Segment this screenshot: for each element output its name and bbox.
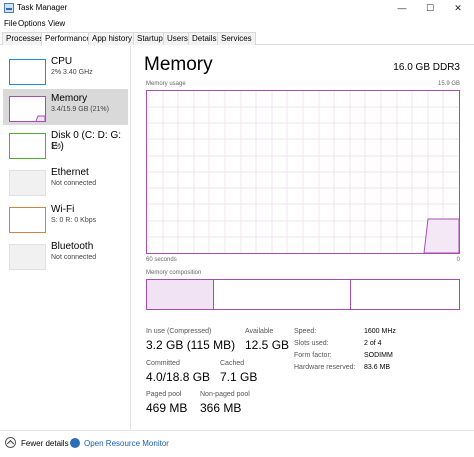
disk-thumbnail	[9, 133, 46, 159]
sidebar-item-sub: 1%	[51, 143, 62, 150]
bluetooth-thumbnail	[9, 244, 46, 270]
committed-label: Committed	[146, 360, 180, 367]
chevron-up-icon	[6, 439, 15, 448]
graph-label: Memory usage	[146, 81, 186, 87]
sidebar-item-sub: 2% 3.40 GHz	[51, 69, 93, 76]
tab-details[interactable]: Details	[188, 32, 221, 45]
close-button[interactable]: ✕	[444, 0, 472, 17]
tab-performance[interactable]: Performance	[41, 32, 95, 46]
graph-max-label: 15.9 GB	[437, 81, 460, 87]
in-use-value: 3.2 GB (115 MB)	[146, 338, 236, 352]
sidebar-item-sub: Not connected	[51, 180, 97, 187]
memory-usage-grid	[147, 91, 459, 253]
memory-usage-line	[423, 218, 459, 253]
open-resource-monitor-link[interactable]: Open Resource Monitor	[84, 439, 169, 448]
fewer-details-label[interactable]: Fewer details	[21, 439, 69, 448]
resource-sidebar: CPU 2% 3.40 GHz Memory 3.4/15.9 GB (21%)…	[0, 46, 131, 430]
speed-label: Speed:	[294, 328, 317, 335]
sidebar-item-label: Wi-Fi	[51, 204, 75, 215]
hardware-reserved-value: 83.6 MB	[364, 364, 391, 371]
hardware-reserved-label: Hardware reserved:	[294, 364, 356, 371]
sidebar-item-ethernet[interactable]: Ethernet Not connected	[3, 163, 128, 199]
composition-standby	[214, 280, 351, 309]
fewer-details-button[interactable]	[5, 437, 16, 448]
slots-value: 2 of 4	[364, 340, 382, 347]
tab-bar: Processes Performance App history Startu…	[0, 32, 474, 46]
sidebar-item-memory[interactable]: Memory 3.4/15.9 GB (21%)	[3, 89, 128, 125]
sidebar-item-disk[interactable]: Disk 0 (C: D: G: E:) 1%	[3, 126, 128, 162]
available-label: Available	[245, 328, 274, 335]
maximize-button[interactable]: ☐	[416, 0, 444, 17]
sidebar-item-sub: S: 0 R: 0 Kbps	[51, 217, 97, 224]
paged-pool-value: 469 MB	[146, 401, 188, 415]
slots-label: Slots used:	[294, 340, 329, 347]
in-use-label: In use (Compressed)	[146, 328, 212, 335]
sidebar-item-label: Disk 0 (C: D: G: E:)	[51, 130, 122, 152]
composition-free	[351, 280, 459, 309]
available-value: 12.5 GB	[245, 338, 290, 352]
form-factor-value: SODIMM	[364, 352, 393, 359]
menu-options[interactable]: Options	[18, 19, 46, 28]
committed-value: 4.0/18.8 GB	[146, 370, 211, 384]
wifi-thumbnail	[9, 207, 46, 233]
window-title: Task Manager	[17, 3, 68, 12]
memory-spec: 16.0 GB DDR3	[393, 62, 460, 73]
tab-startup[interactable]: Startup	[133, 32, 167, 45]
sidebar-item-sub: 3.4/15.9 GB (21%)	[51, 106, 109, 113]
tab-services[interactable]: Services	[217, 32, 256, 45]
sidebar-item-label: CPU	[51, 56, 73, 67]
form-factor-label: Form factor:	[294, 352, 332, 359]
tab-app-history[interactable]: App history	[88, 32, 137, 45]
memory-panel: Memory 16.0 GB DDR3 Memory usage 15.9 GB	[132, 46, 474, 430]
title-bar: Task Manager — ☐ ✕	[0, 0, 474, 17]
memory-composition-bar	[146, 279, 460, 310]
sidebar-item-label: Bluetooth	[51, 241, 94, 252]
sidebar-item-label: Ethernet	[51, 167, 89, 178]
graph-x-left-label: 60 seconds	[146, 257, 177, 263]
cached-label: Cached	[220, 360, 245, 367]
memory-usage-graph	[146, 90, 460, 254]
resource-monitor-icon	[70, 438, 80, 448]
graph-x-right-label: 0	[456, 257, 460, 263]
task-manager-icon	[4, 3, 14, 13]
ethernet-thumbnail	[9, 170, 46, 196]
minimize-button[interactable]: —	[388, 0, 416, 17]
sidebar-item-sub: Not connected	[51, 254, 97, 261]
cached-value: 7.1 GB	[220, 370, 258, 384]
menu-file[interactable]: File	[4, 19, 17, 28]
non-paged-pool-label: Non-paged pool	[200, 391, 250, 398]
paged-pool-label: Paged pool	[146, 391, 182, 398]
composition-in-use	[147, 280, 214, 309]
menu-view[interactable]: View	[48, 19, 65, 28]
page-title: Memory	[144, 54, 213, 75]
footer-bar: Fewer details Open Resource Monitor	[0, 430, 474, 457]
sidebar-item-wifi[interactable]: Wi-Fi S: 0 R: 0 Kbps	[3, 200, 128, 236]
sidebar-item-label: Memory	[51, 93, 88, 104]
speed-value: 1600 MHz	[364, 328, 396, 335]
non-paged-pool-value: 366 MB	[200, 401, 242, 415]
cpu-thumbnail	[9, 59, 46, 85]
sidebar-item-cpu[interactable]: CPU 2% 3.40 GHz	[3, 52, 128, 88]
sidebar-item-bluetooth[interactable]: Bluetooth Not connected	[3, 237, 128, 273]
memory-thumbnail	[9, 96, 46, 122]
composition-label: Memory composition	[146, 270, 202, 276]
memory-thumbnail-graph	[35, 115, 45, 121]
